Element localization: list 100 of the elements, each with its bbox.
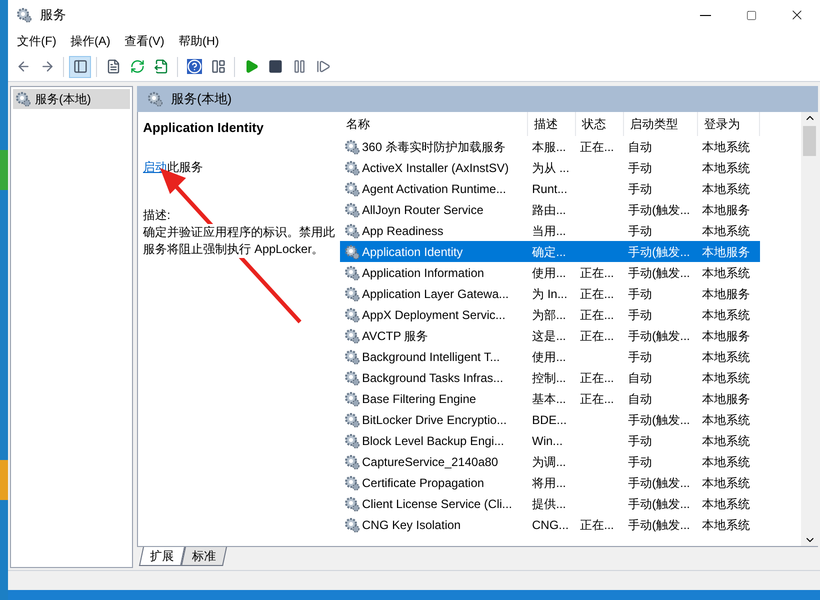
menu-item[interactable]: 帮助(H) — [173, 32, 224, 50]
startup-type-cell: 自动 — [628, 140, 652, 154]
gear-icon — [344, 222, 360, 238]
service-row[interactable]: AllJoyn Router Service 路由... 手动(触发... 本地服务 — [340, 199, 760, 220]
help-icon — [186, 59, 202, 74]
description-cell: 将用... — [532, 476, 566, 490]
gear-icon — [344, 328, 360, 344]
gear-icon — [344, 202, 360, 218]
description-cell: 控制... — [532, 370, 566, 384]
status-cell: 正在... — [580, 328, 614, 342]
service-row[interactable]: Background Intelligent T... 使用... 手动 本地系统 — [340, 346, 760, 367]
service-row[interactable]: BitLocker Drive Encryptio... BDE... 手动(触发... 本地系统 — [340, 409, 760, 430]
description-label: 描述: — [143, 206, 172, 224]
service-row[interactable]: CaptureService_2140a80 为调... 手动 本地系统 — [340, 451, 760, 472]
gear-icon — [344, 496, 360, 512]
service-row[interactable]: Application Information 使用... 正在... 手动(触发... 本地系统 — [340, 262, 760, 283]
startup-type-cell: 自动 — [628, 370, 652, 384]
service-row[interactable]: App Readiness 当用... 手动 本地系统 — [340, 220, 760, 241]
service-row[interactable]: Background Tasks Infras... 控制... 正在... 自动 本地系统 — [340, 367, 760, 388]
service-row[interactable]: 360 杀毒实时防护加载服务 本服... 正在... 自动 本地系统 — [340, 136, 760, 157]
description-cell: 本服... — [532, 140, 566, 154]
log-on-cell: 本地系统 — [702, 182, 750, 196]
service-name-cell-text: App Readiness — [362, 222, 444, 240]
gear-icon — [344, 432, 360, 448]
column-header[interactable]: 名称 — [340, 112, 528, 136]
status-cell: 正在... — [580, 286, 614, 300]
service-row[interactable]: CNG Key Isolation CNG... 正在... 手动(触发... 本地系统 — [340, 514, 760, 535]
startup-type-cell: 手动(触发... — [628, 328, 690, 342]
service-name: Application Identity — [143, 119, 265, 137]
description-cell: BDE... — [532, 412, 567, 426]
column-header[interactable]: 描述 — [528, 112, 576, 136]
service-name-cell-text: BitLocker Drive Encryptio... — [362, 412, 507, 428]
log-on-cell: 本地系统 — [702, 370, 750, 384]
log-on-cell: 本地系统 — [702, 476, 750, 490]
startup-type-cell: 手动(触发... — [628, 244, 690, 258]
panel-icon — [72, 59, 88, 74]
menu-item[interactable]: 查看(V) — [119, 32, 170, 50]
column-header[interactable]: 状态 — [576, 112, 624, 136]
gear-icon — [344, 516, 360, 532]
view-tab[interactable]: 标准 — [180, 547, 228, 566]
resume-icon — [316, 59, 330, 74]
menu-item[interactable]: 文件(F) — [12, 32, 62, 50]
panel-button[interactable] — [69, 56, 91, 78]
gear-icon — [344, 348, 360, 364]
description-cell: 为部... — [532, 308, 566, 322]
service-name-cell-text: Application Layer Gatewa... — [362, 286, 509, 302]
service-row[interactable]: ActiveX Installer (AxInstSV) 为从 ... 手动 本地系统 — [340, 157, 760, 178]
startup-type-cell: 手动(触发... — [628, 202, 690, 216]
service-name-cell-text: Agent Activation Runtime... — [362, 180, 506, 198]
service-name-cell-text: CaptureService_2140a80 — [362, 454, 498, 470]
column-header[interactable]: 登录为 — [698, 112, 760, 136]
service-name-cell-text: AVCTP 服务 — [362, 328, 428, 344]
description-cell: 基本... — [532, 392, 566, 406]
service-name-cell-text: Background Intelligent T... — [362, 348, 500, 366]
column-header[interactable]: 启动类型 — [624, 112, 698, 136]
status-cell: 正在... — [580, 392, 614, 406]
gear-icon — [344, 244, 360, 260]
gear-icon — [147, 91, 163, 107]
log-on-cell: 本地系统 — [702, 160, 750, 174]
view-tab[interactable]: 扩展 — [138, 547, 186, 566]
service-name-cell-text: Application Information — [362, 264, 484, 282]
scrollbar[interactable] — [801, 112, 818, 546]
service-row[interactable]: Application Identity 确定... 手动(触发... 本地服务 — [340, 241, 760, 262]
forward-arrow-icon — [40, 59, 54, 74]
gear-icon — [344, 412, 360, 428]
log-on-cell: 本地服务 — [702, 202, 750, 216]
gear-icon — [344, 180, 360, 196]
document-icon — [106, 59, 120, 74]
service-name-cell-text: Block Level Backup Engi... — [362, 432, 504, 450]
gear-icon — [344, 160, 360, 176]
log-on-cell: 本地系统 — [702, 454, 750, 468]
refresh-icon — [130, 59, 144, 74]
log-on-cell: 本地服务 — [702, 286, 750, 300]
description-cell: 确定... — [532, 244, 566, 258]
service-row[interactable]: AVCTP 服务 这是... 正在... 手动(触发... 本地服务 — [340, 325, 760, 346]
service-row[interactable]: Application Layer Gatewa... 为 In... 正在... 手动 本地服务 — [340, 283, 760, 304]
service-name-cell-text: AllJoyn Router Service — [362, 202, 484, 218]
service-row[interactable]: Agent Activation Runtime... Runt... 手动 本地系统 — [340, 178, 760, 199]
status-cell: 正在... — [580, 370, 614, 384]
service-row[interactable]: AppX Deployment Servic... 为部... 正在... 手动 本地系统 — [340, 304, 760, 325]
service-name-cell-text: Application Identity — [362, 244, 463, 260]
log-on-cell: 本地系统 — [702, 224, 750, 238]
log-on-cell: 本地服务 — [702, 328, 750, 342]
service-row[interactable]: Certificate Propagation 将用... 手动(触发... 本地系统 — [340, 472, 760, 493]
scroll-thumb[interactable] — [803, 126, 816, 156]
status-cell: 正在... — [580, 140, 614, 154]
description-cell: Runt... — [532, 182, 568, 196]
startup-type-cell: 手动(触发... — [628, 518, 690, 532]
service-row[interactable]: Base Filtering Engine 基本... 正在... 自动 本地服务 — [340, 388, 760, 409]
service-row[interactable]: Client License Service (Cli... 提供... 手动(触发... 本地系统 — [340, 493, 760, 514]
tree-item[interactable]: 服务(本地) — [13, 89, 130, 109]
startup-type-cell: 手动 — [628, 308, 652, 322]
log-on-cell: 本地系统 — [702, 266, 750, 280]
description-cell: 使用... — [532, 350, 566, 364]
menu-item[interactable]: 操作(A) — [65, 32, 116, 50]
startup-type-cell: 手动(触发... — [628, 266, 690, 280]
description-cell: 提供... — [532, 496, 566, 510]
startup-type-cell: 手动 — [628, 434, 652, 448]
service-row[interactable]: Block Level Backup Engi... Win... 手动 本地系统 — [340, 430, 760, 451]
maximize-icon — [746, 10, 756, 20]
